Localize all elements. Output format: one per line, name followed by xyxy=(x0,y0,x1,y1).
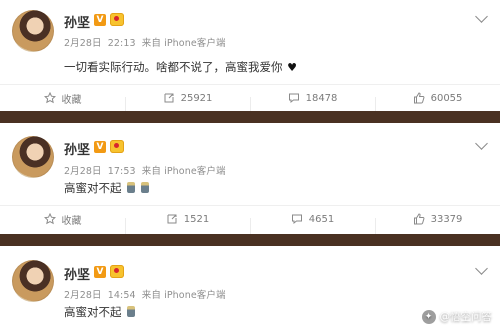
post-text-content: 高蜜对不起 xyxy=(64,181,122,195)
post-date: 2月28日 xyxy=(64,290,102,301)
avatar[interactable] xyxy=(12,260,54,302)
member-badge-icon xyxy=(110,140,124,153)
favorite-button[interactable]: 收藏 xyxy=(0,91,125,106)
post-date: 2月28日 xyxy=(64,38,102,49)
user-name[interactable]: 孙坚 xyxy=(64,139,90,158)
user-name[interactable]: 孙坚 xyxy=(64,264,90,283)
action-bar: 收藏 25921 18478 60055 xyxy=(0,84,500,113)
repost-count: 1521 xyxy=(183,213,210,225)
post-text: 高蜜对不起 xyxy=(64,180,149,196)
post-source: 来自 iPhone客户端 xyxy=(141,166,226,177)
post-separator xyxy=(0,111,500,123)
repost-icon xyxy=(164,93,174,103)
avatar[interactable] xyxy=(12,136,54,178)
weibo-post-2: 孙坚 V 2月28日 17:53 来自 iPhone客户端 高蜜对不起 收藏 1… xyxy=(0,123,500,234)
action-bar: 收藏 1521 4651 33379 xyxy=(0,205,500,234)
star-icon xyxy=(43,92,56,104)
verified-v-badge: V xyxy=(94,141,106,153)
post-meta: 2月28日 17:53 来自 iPhone客户端 xyxy=(64,163,229,177)
post-separator xyxy=(0,234,500,246)
favorite-button[interactable]: 收藏 xyxy=(0,212,125,227)
heart-icon: ♥ xyxy=(287,61,298,74)
avatar[interactable] xyxy=(12,10,54,52)
candle-icon xyxy=(127,306,136,317)
post-text-content: 高蜜对不起 xyxy=(64,305,122,319)
weibo-post-1: 孙坚 V 2月28日 22:13 来自 iPhone客户端 一切看实际行动。啥都… xyxy=(0,0,500,113)
post-text: 高蜜对不起 xyxy=(64,304,136,320)
star-icon xyxy=(43,213,56,225)
post-source: 来自 iPhone客户端 xyxy=(141,290,226,301)
chevron-down-icon[interactable] xyxy=(475,10,488,23)
post-text-content: 一切看实际行动。啥都不说了，高蜜我爱你 xyxy=(64,60,283,74)
comment-count: 18478 xyxy=(305,92,338,104)
candle-icon xyxy=(127,182,136,193)
repost-button[interactable]: 25921 xyxy=(125,92,250,113)
thumbs-up-icon xyxy=(413,92,425,104)
watermark: ✦ @悟空问答 xyxy=(421,309,493,324)
like-count: 60055 xyxy=(430,92,463,104)
verified-v-badge: V xyxy=(94,266,106,278)
like-button[interactable]: 60055 xyxy=(375,92,500,113)
chevron-down-icon[interactable] xyxy=(475,262,488,275)
thumbs-up-icon xyxy=(413,213,425,225)
member-badge-icon xyxy=(110,13,124,26)
like-count: 33379 xyxy=(430,213,463,225)
comment-count: 4651 xyxy=(308,213,335,225)
post-date: 2月28日 xyxy=(64,166,102,177)
post-time: 17:53 xyxy=(107,166,136,177)
favorite-label: 收藏 xyxy=(61,215,82,227)
candle-icon xyxy=(140,182,149,193)
comment-button[interactable]: 18478 xyxy=(250,92,375,113)
comment-button[interactable]: 4651 xyxy=(250,213,375,234)
post-source: 来自 iPhone客户端 xyxy=(141,38,226,49)
post-text: 一切看实际行动。啥都不说了，高蜜我爱你 ♥ xyxy=(64,59,297,75)
like-button[interactable]: 33379 xyxy=(375,213,500,234)
watermark-text: @悟空问答 xyxy=(439,311,493,323)
wukong-qa-icon: ✦ xyxy=(421,309,436,324)
user-name[interactable]: 孙坚 xyxy=(64,12,90,31)
post-meta: 2月28日 14:54 来自 iPhone客户端 xyxy=(64,287,229,301)
repost-icon xyxy=(167,214,177,224)
post-time: 22:13 xyxy=(107,38,136,49)
verified-v-badge: V xyxy=(94,14,106,26)
post-time: 14:54 xyxy=(107,290,136,301)
comment-icon xyxy=(291,214,302,225)
chevron-down-icon[interactable] xyxy=(475,137,488,150)
favorite-label: 收藏 xyxy=(61,94,82,106)
repost-button[interactable]: 1521 xyxy=(125,213,250,234)
member-badge-icon xyxy=(110,265,124,278)
repost-count: 25921 xyxy=(180,92,213,104)
comment-icon xyxy=(288,93,299,104)
post-meta: 2月28日 22:13 来自 iPhone客户端 xyxy=(64,35,229,49)
